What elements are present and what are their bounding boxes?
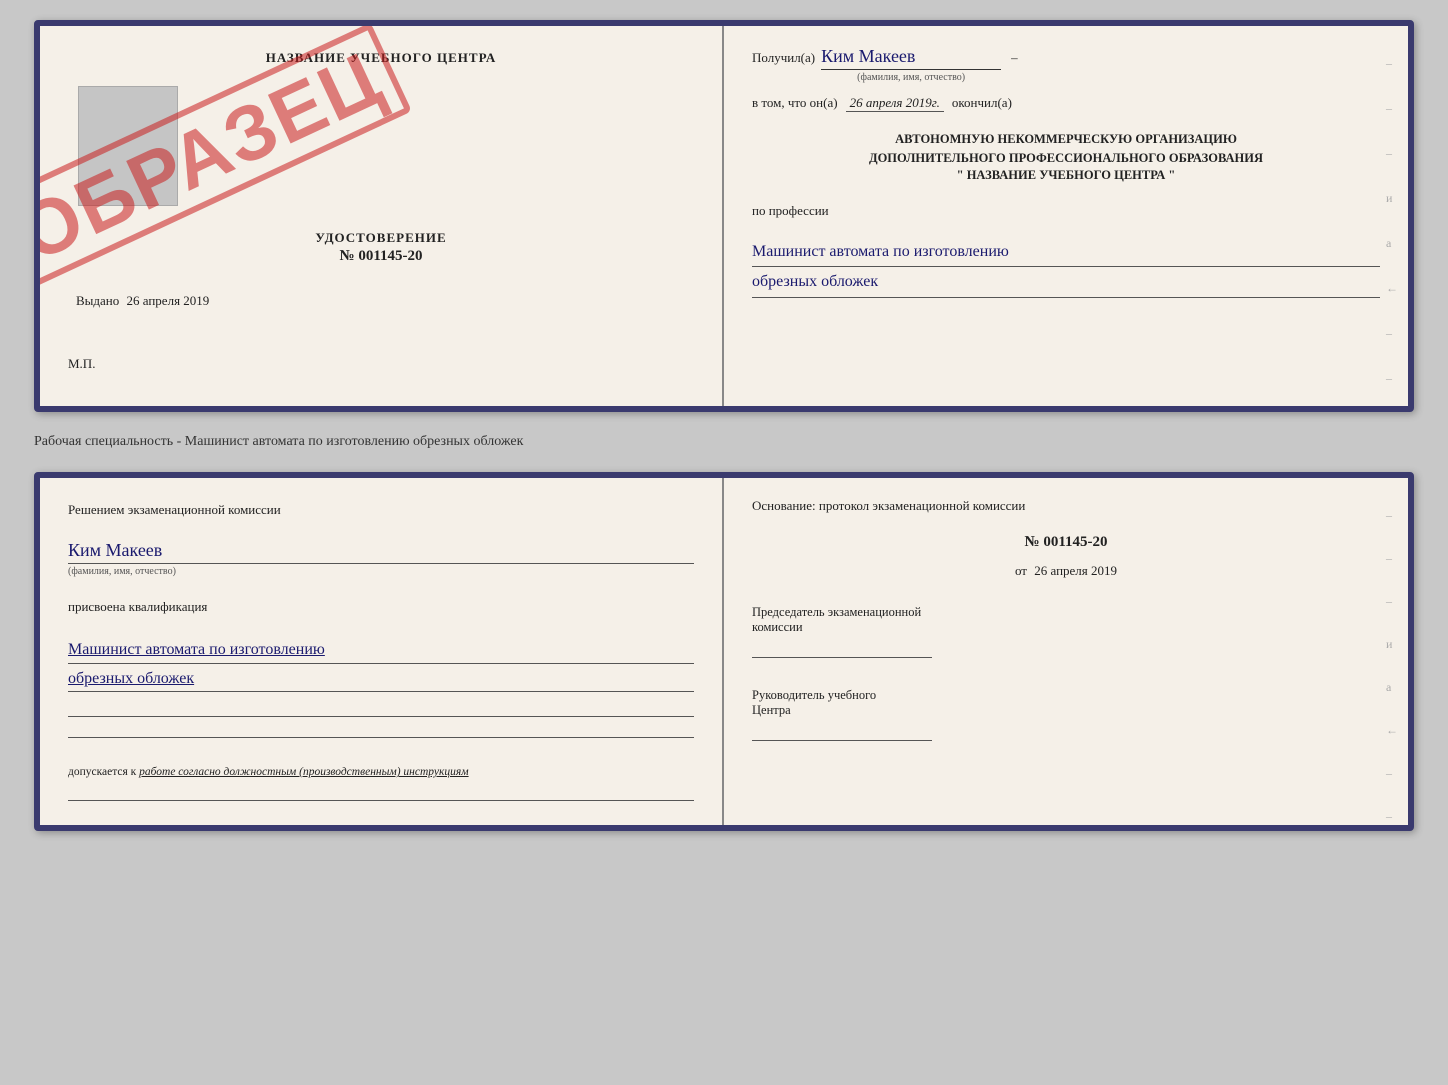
right-dashes-bottom: – – – и а ← – – – (1386, 508, 1398, 831)
vtom-line: в том, что он(а) 26 апреля 2019г. окончи… (752, 95, 1380, 112)
vtom-label: в том, что он(а) (752, 95, 838, 111)
mp-label: М.П. (68, 356, 694, 382)
dopuskaetsya-block: допускается к работе согласно должностны… (68, 766, 694, 778)
empty-line-3 (68, 800, 694, 801)
rukovoditel-sign-line (752, 740, 932, 741)
predsedatel-block: Председатель экзаменационной комиссии (752, 605, 1380, 658)
top-left-panel: НАЗВАНИЕ УЧЕБНОГО ЦЕНТРА ОБРАЗЕЦ УДОСТОВ… (40, 26, 724, 406)
org-line1: АВТОНОМНУЮ НЕКОММЕРЧЕСКУЮ ОРГАНИЗАЦИЮ (752, 130, 1380, 149)
kvk-name-block: Ким Макеев (фамилия, имя, отчество) (68, 536, 694, 577)
org-name: " НАЗВАНИЕ УЧЕБНОГО ЦЕНТРА " (752, 168, 1380, 183)
bottom-left-panel: Решением экзаменационной комиссии Ким Ма… (40, 478, 724, 825)
bottom-document-card: Решением экзаменационной комиссии Ким Ма… (34, 472, 1414, 831)
vydano-label: Выдано (76, 293, 119, 308)
kvk-profession-line2: обрезных обложек (68, 666, 694, 693)
empty-lines (68, 716, 694, 738)
school-title-top: НАЗВАНИЕ УЧЕБНОГО ЦЕНТРА (68, 50, 694, 66)
predsedatel-line2: комиссии (752, 620, 1380, 635)
kvk-name: Ким Макеев (68, 540, 694, 561)
vydano-line: Выдано 26 апреля 2019 (76, 293, 694, 309)
protocol-date-val: 26 апреля 2019 (1034, 563, 1117, 578)
profession-block-bottom: Машинист автомата по изготовлению обрезн… (68, 633, 694, 692)
empty-line-1 (68, 716, 694, 717)
poluchil-label: Получил(а) (752, 50, 815, 66)
reshenjem-text: Решением экзаменационной комиссии (68, 502, 694, 518)
fio-label-top: (фамилия, имя, отчество) (857, 72, 965, 83)
po-professii-label: по профессии (752, 203, 1380, 219)
ot-label: от (1015, 563, 1027, 578)
osnovanie-text: Основание: протокол экзаменационной коми… (752, 498, 1380, 514)
profession-block-top: Машинист автомата по изготовлению обрезн… (752, 235, 1380, 298)
bottom-right-panel: Основание: протокол экзаменационной коми… (724, 478, 1408, 825)
okoncil-label: окончил(а) (952, 95, 1012, 111)
dash-after-name: – (1011, 50, 1018, 66)
protocol-date: от 26 апреля 2019 (752, 563, 1380, 579)
profession-line1: Машинист автомата по изготовлению (752, 239, 1380, 268)
vtom-date: 26 апреля 2019г. (846, 95, 944, 112)
fio-label-bottom: (фамилия, имя, отчество) (68, 563, 694, 577)
udostoverenie-num: № 001145-20 (340, 248, 423, 265)
predsedatel-sign-line (752, 657, 932, 658)
rukovoditel-block: Руководитель учебного Центра (752, 688, 1380, 741)
separator-label: Рабочая специальность - Машинист автомат… (34, 430, 1414, 454)
top-document-card: НАЗВАНИЕ УЧЕБНОГО ЦЕНТРА ОБРАЗЕЦ УДОСТОВ… (34, 20, 1414, 412)
org-line2: ДОПОЛНИТЕЛЬНОГО ПРОФЕССИОНАЛЬНОГО ОБРАЗО… (752, 149, 1380, 168)
vydano-date: 26 апреля 2019 (127, 293, 210, 308)
udostoverenie-block: УДОСТОВЕРЕНИЕ № 001145-20 (68, 230, 694, 265)
predsedatel-line1: Председатель экзаменационной (752, 605, 1380, 620)
profession-line2: обрезных обложек (752, 269, 1380, 298)
protocol-num: № 001145-20 (752, 534, 1380, 551)
org-block: АВТОНОМНУЮ НЕКОММЕРЧЕСКУЮ ОРГАНИЗАЦИЮ ДО… (752, 130, 1380, 183)
prisvoena-label: присвоена квалификация (68, 599, 694, 615)
kvk-profession-line1: Машинист автомата по изготовлению (68, 637, 694, 664)
rukovoditel-line1: Руководитель учебного (752, 688, 1380, 703)
dopusk-label: допускается к (68, 766, 136, 778)
photo-placeholder (78, 86, 178, 206)
top-right-panel: Получил(а) Ким Макеев (фамилия, имя, отч… (724, 26, 1408, 406)
right-dashes-top: – – – и а ← – – – (1386, 56, 1398, 412)
empty-line-2 (68, 737, 694, 738)
recipient-name: Ким Макеев (821, 46, 1001, 70)
poluchil-line: Получил(а) Ким Макеев (фамилия, имя, отч… (752, 46, 1380, 83)
udostoverenie-label: УДОСТОВЕРЕНИЕ (315, 230, 446, 246)
rukovoditel-line2: Центра (752, 703, 1380, 718)
dopusk-italic: работе согласно должностным (производств… (139, 766, 468, 778)
